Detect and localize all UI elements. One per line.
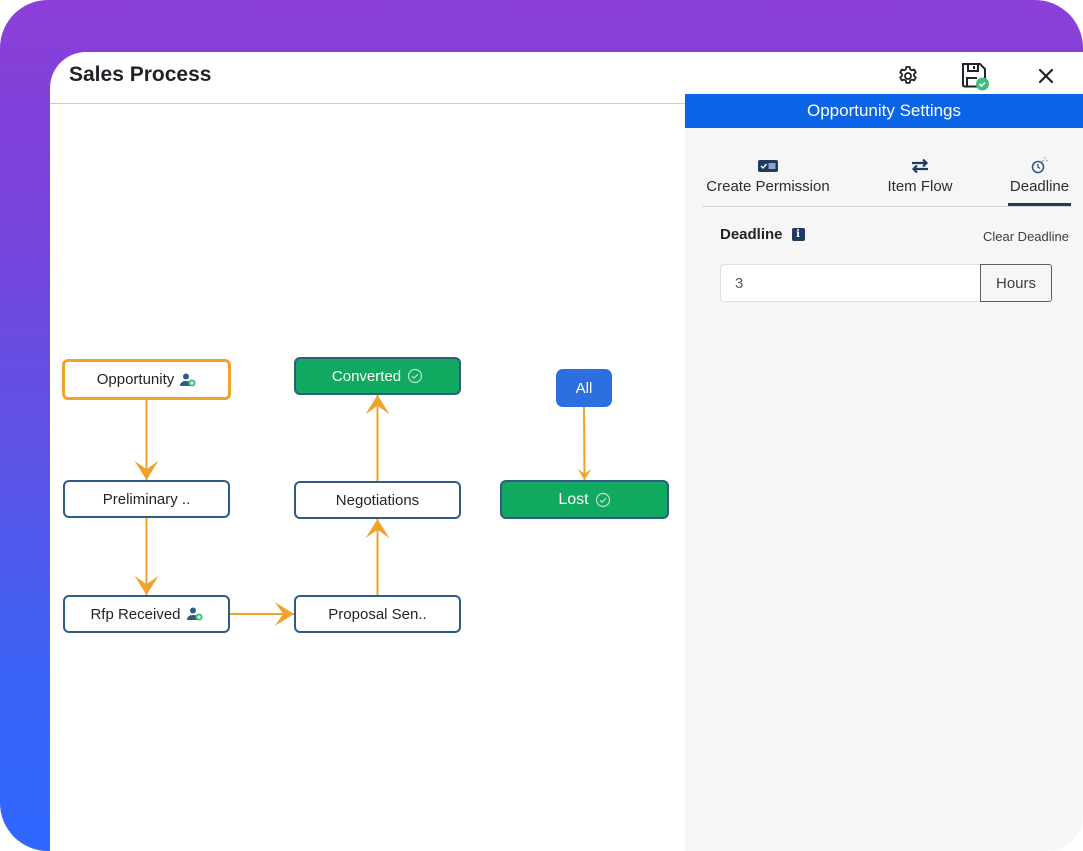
settings-panel: Opportunity Settings Create Permission I… xyxy=(685,94,1083,851)
save-button[interactable] xyxy=(958,60,990,92)
panel-tabs: Create Permission Item Flow Deadline xyxy=(702,156,1071,207)
node-converted[interactable]: Converted xyxy=(294,357,461,395)
flow-icon xyxy=(911,158,929,174)
flow-edges xyxy=(134,395,592,626)
info-icon[interactable]: i xyxy=(791,228,805,241)
tab-label: Item Flow xyxy=(887,178,953,195)
tab-create-permission[interactable]: Create Permission xyxy=(702,156,834,206)
close-button[interactable] xyxy=(1030,60,1062,92)
settings-button[interactable] xyxy=(892,60,924,92)
node-proposal-sent[interactable]: Proposal Sen.. xyxy=(294,595,461,633)
deadline-icon xyxy=(1031,157,1048,174)
node-label: Proposal Sen.. xyxy=(328,605,427,623)
node-label: Opportunity xyxy=(96,371,175,388)
tab-deadline[interactable]: Deadline xyxy=(1008,156,1071,206)
node-label: All xyxy=(575,379,593,397)
sales-process-window: Sales Process Opportunity Preliminary ..… xyxy=(50,52,1083,851)
node-rfp-received[interactable]: Rfp Received xyxy=(63,595,230,633)
node-opportunity[interactable]: Opportunity xyxy=(62,359,231,400)
node-label: Converted xyxy=(331,367,402,385)
node-label: Negotiations xyxy=(335,491,420,509)
deadline-unit-button[interactable]: Hours xyxy=(980,264,1052,302)
check-circle-icon xyxy=(595,492,610,507)
page-title: Sales Process xyxy=(69,63,212,86)
tab-item-flow[interactable]: Item Flow xyxy=(880,156,960,206)
deadline-label-text: Deadline xyxy=(720,226,783,243)
panel-title: Opportunity Settings xyxy=(685,94,1083,128)
node-label: Preliminary .. xyxy=(102,490,191,508)
permission-icon xyxy=(758,160,778,172)
node-label: Rfp Received xyxy=(90,605,181,623)
clear-deadline-link[interactable]: Clear Deadline xyxy=(983,229,1069,244)
close-icon xyxy=(1038,68,1054,84)
node-negotiations[interactable]: Negotiations xyxy=(294,481,461,519)
tab-label: Create Permission xyxy=(706,178,830,195)
node-all[interactable]: All xyxy=(556,369,612,407)
user-add-icon xyxy=(180,373,196,386)
node-lost[interactable]: Lost xyxy=(500,480,669,519)
node-label: Lost xyxy=(558,490,589,508)
tab-label: Deadline xyxy=(1009,178,1070,195)
node-preliminary[interactable]: Preliminary .. xyxy=(63,480,230,518)
check-circle-icon xyxy=(408,368,423,384)
deadline-label: Deadline i xyxy=(720,226,805,243)
gear-icon xyxy=(899,66,917,84)
flow-canvas[interactable]: Opportunity Preliminary .. Rfp Received … xyxy=(50,104,685,851)
edge-all-lost xyxy=(583,406,586,481)
deadline-input-group: Hours xyxy=(720,264,1053,302)
user-add-icon xyxy=(186,607,203,621)
save-icon xyxy=(962,63,989,91)
deadline-input[interactable] xyxy=(720,264,980,302)
